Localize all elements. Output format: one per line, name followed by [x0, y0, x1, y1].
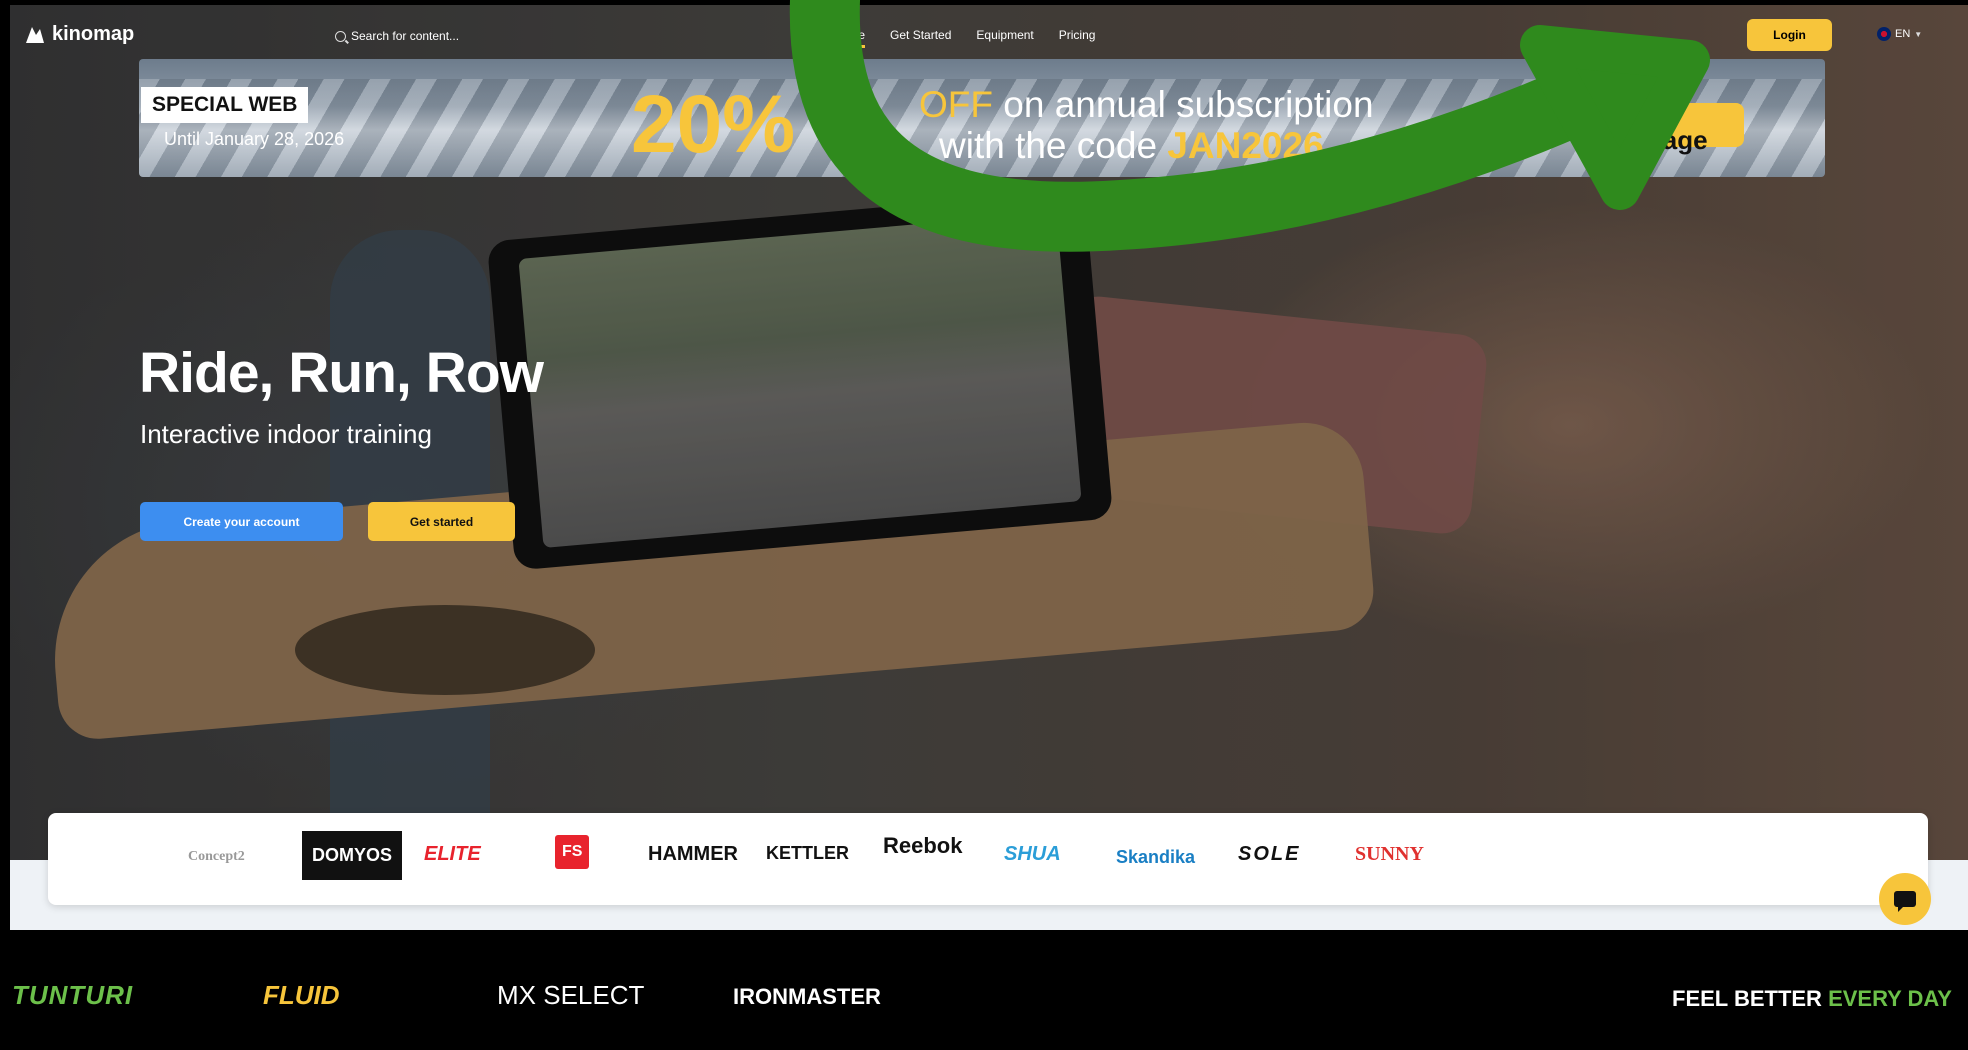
language-selector[interactable]: EN ▼	[1877, 27, 1922, 41]
nav-link-home[interactable]: Home	[833, 28, 866, 48]
search-box[interactable]: Search for content...	[335, 29, 459, 43]
search-input[interactable]: Search for content...	[351, 29, 459, 43]
banner-until-date: Until January 28, 2026	[164, 129, 345, 149]
chat-bubble-icon	[1894, 891, 1916, 912]
nav-link-get-started[interactable]: Get Started	[890, 28, 951, 48]
brand-kettler: KETTLER	[766, 843, 849, 863]
footer-brand-mxselect: MX SELECT	[497, 980, 645, 1010]
brand-domyos: DOMYOS	[302, 831, 403, 880]
hero-title: Ride, Run, Row	[139, 341, 544, 405]
partner-footer-bar: TUNTURI FLUID MX SELECT IRONMASTER FEEL …	[0, 932, 1968, 1050]
brand-sunny: SUNNY	[1355, 843, 1424, 865]
search-icon	[335, 30, 346, 42]
chat-button[interactable]	[1879, 873, 1931, 925]
website-screenshot: kinomap Search for content... Home Get S…	[10, 5, 1968, 930]
banner-offer-line1: OFF on annual subscription	[919, 84, 1374, 126]
footer-brand-fluid: FLUID	[263, 980, 340, 1010]
create-account-button[interactable]: Create your account	[140, 502, 343, 541]
brand-reebok: Reebok	[883, 833, 963, 858]
uk-flag-icon	[1877, 27, 1891, 41]
promo-banner[interactable]: SPECIAL WEB Until January 28, 2026 20% O…	[139, 59, 1825, 177]
brand-shua: SHUA	[1004, 843, 1061, 865]
logo-text: kinomap	[52, 23, 135, 45]
nav-link-equipment[interactable]: Equipment	[976, 28, 1033, 48]
banner-offer-line2: with the code JAN2026	[939, 125, 1324, 167]
footer-brand-ironmaster: IRONMASTER	[733, 984, 881, 1009]
language-label: EN	[1895, 28, 1911, 40]
banner-percent: 20%	[631, 79, 796, 170]
kinomap-logo-icon	[26, 26, 44, 43]
banner-promo-code: JAN2026	[1167, 125, 1324, 166]
footer-tagline: FEEL BETTER EVERY DAY	[1672, 986, 1952, 1012]
banner-off-word: OFF	[919, 84, 993, 125]
login-button[interactable]: Login	[1747, 19, 1832, 51]
hero-subtitle: Interactive indoor training	[140, 419, 432, 449]
top-navbar: kinomap Search for content... Home Get S…	[10, 5, 1968, 65]
banner-tag: SPECIAL WEB	[141, 87, 309, 123]
chevron-down-icon: ▼	[1914, 29, 1923, 39]
nav-link-pricing[interactable]: Pricing	[1059, 28, 1096, 48]
footer-brand-tunturi: TUNTURI	[12, 980, 134, 1010]
brand-concept2: Concept2	[188, 849, 245, 864]
banner-offer-text: on annual subscription	[992, 84, 1374, 125]
tagline-white: FEEL BETTER	[1672, 986, 1829, 1011]
brand-skandika: Skandika	[1116, 847, 1196, 867]
brand-fs: FS	[555, 835, 590, 869]
partner-brands-strip: Concept2 DOMYOS ELITE FS HAMMER KETTLER …	[48, 813, 1928, 905]
brand-elite: ELITE	[424, 843, 481, 865]
get-started-button[interactable]: Get started	[368, 502, 515, 541]
brand-hammer: HAMMER	[648, 843, 738, 865]
banner-code-prefix: with the code	[939, 125, 1168, 166]
tagline-green: EVERY DAY	[1828, 986, 1952, 1011]
kinomap-logo[interactable]: kinomap	[24, 23, 134, 46]
brand-sole: SOLE	[1238, 843, 1301, 865]
main-nav: Home Get Started Equipment Pricing	[833, 28, 1095, 48]
banner-cta-button[interactable]: Take advantage	[1579, 94, 1744, 155]
